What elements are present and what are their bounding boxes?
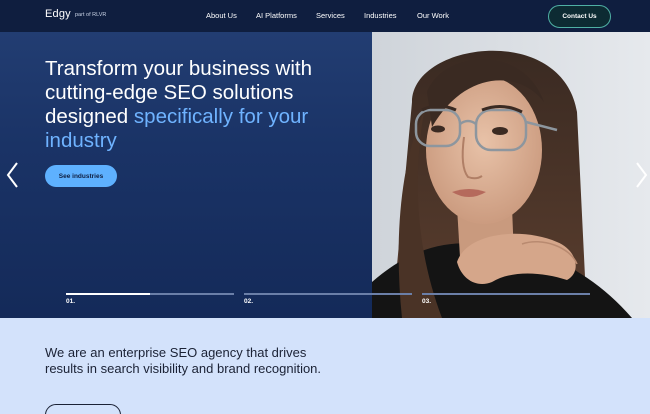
slide-progress-fill-1 <box>66 293 150 295</box>
slide-label-1: 01. <box>66 298 76 305</box>
prev-slide-button[interactable] <box>5 160 19 190</box>
slide-label-3: 03. <box>422 298 432 305</box>
nav-item-about-us[interactable]: About Us <box>206 11 237 20</box>
chevron-right-icon <box>636 162 648 188</box>
slide-label-2: 02. <box>244 298 254 305</box>
chevron-left-icon <box>6 162 18 188</box>
see-industries-button[interactable]: See industries <box>45 165 117 187</box>
slide-progress-1[interactable] <box>66 293 234 295</box>
nav-item-services[interactable]: Services <box>316 11 345 20</box>
hero-image <box>372 32 650 318</box>
nav-item-industries[interactable]: Industries <box>364 11 397 20</box>
slide-progress-2[interactable] <box>244 293 412 295</box>
portrait-illustration <box>372 32 650 318</box>
intro-text: We are an enterprise SEO agency that dri… <box>45 345 322 376</box>
part-of-label: part of RLVR <box>75 12 107 18</box>
intro-button[interactable] <box>45 404 121 414</box>
contact-us-button[interactable]: Contact Us <box>548 5 611 28</box>
nav-item-our-work[interactable]: Our Work <box>417 11 449 20</box>
nav-item-ai-platforms[interactable]: AI Platforms <box>256 11 297 20</box>
hero-headline: Transform your business with cutting-edg… <box>45 57 335 153</box>
next-slide-button[interactable] <box>634 160 648 190</box>
top-navbar: Edgy part of RLVR About Us AI Platforms … <box>0 0 650 32</box>
slide-progress-3[interactable] <box>422 293 590 295</box>
logo[interactable]: Edgy <box>45 8 71 20</box>
